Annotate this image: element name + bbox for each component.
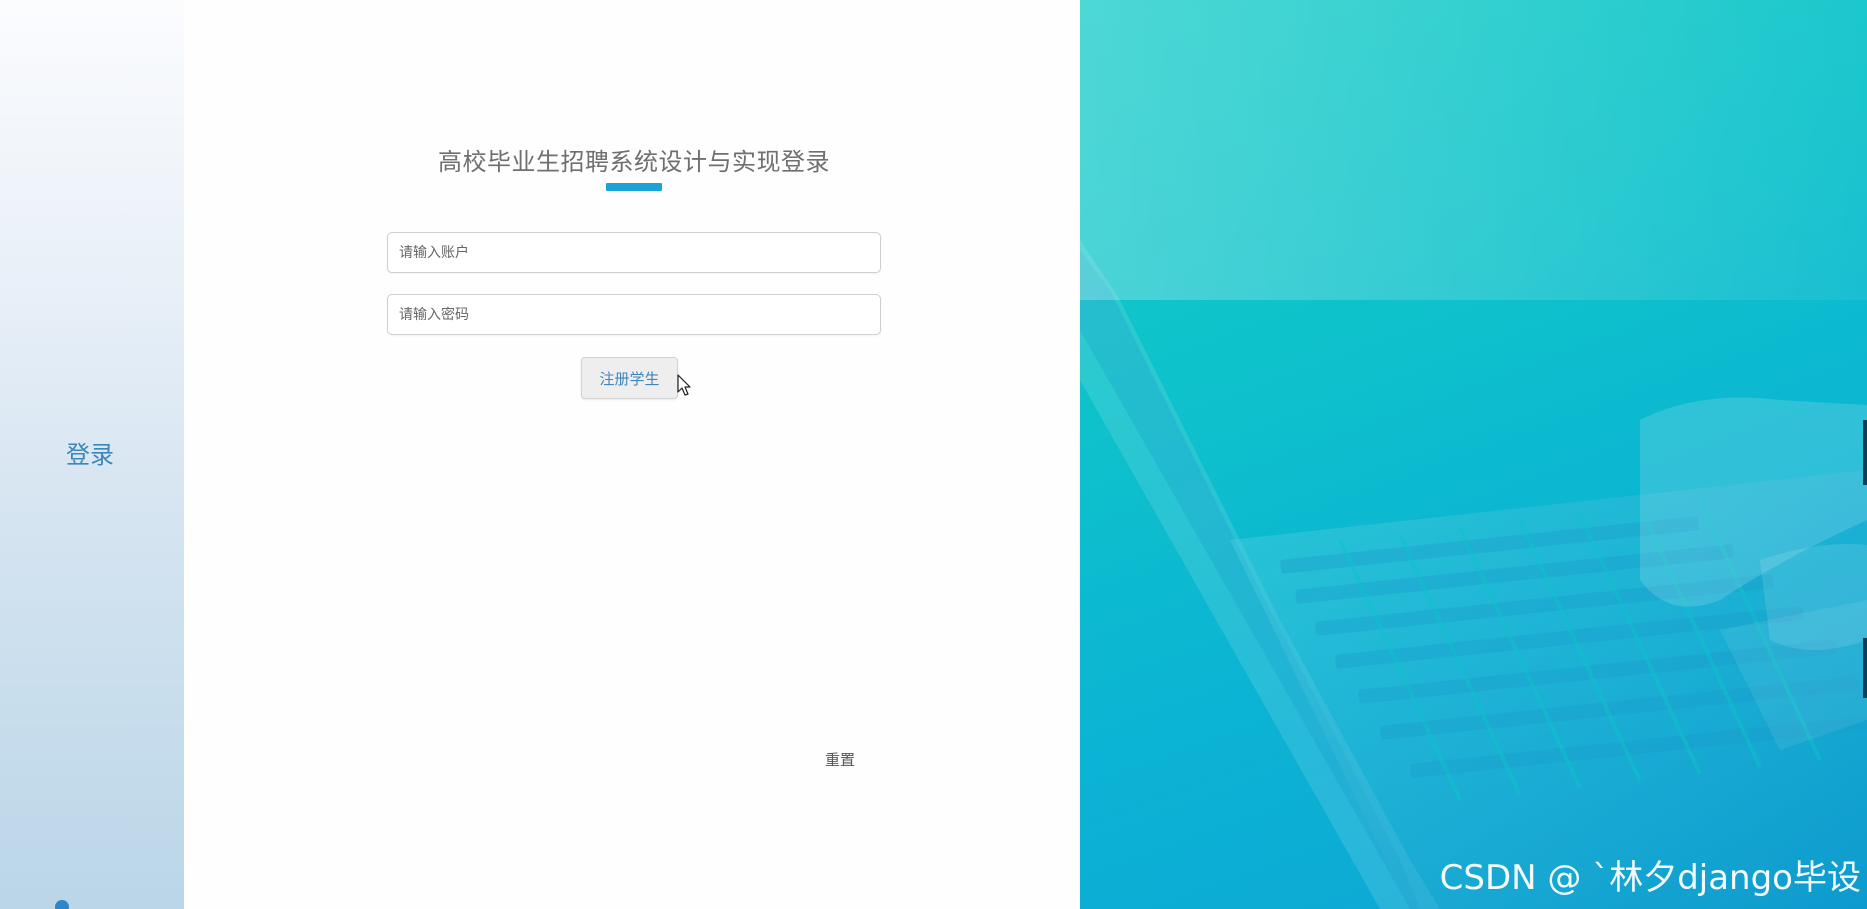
login-title: 高校毕业生招聘系统设计与实现登录 [438,148,830,176]
laptop-keyboard-illustration [1080,0,1867,909]
sidebar-dot-icon [55,900,69,909]
reset-link[interactable]: 重置 [810,749,870,770]
login-panel [184,0,1080,909]
register-student-button[interactable]: 注册学生 [581,357,678,399]
login-page: 登录 高校毕业生招聘系统设计与实现登录 注册学生 重置 [0,0,1867,909]
mouse-pointer-icon [677,374,691,396]
password-input[interactable] [387,294,881,335]
csdn-watermark: CSDN @ ˋ林夕django毕设 [1439,858,1861,898]
account-input[interactable] [387,232,881,273]
hero-image: CSDN @ ˋ林夕django毕设 [1080,0,1867,909]
title-underline [606,183,662,191]
sidebar-login-link[interactable]: 登录 [0,435,180,470]
sidebar: 登录 [0,0,184,909]
